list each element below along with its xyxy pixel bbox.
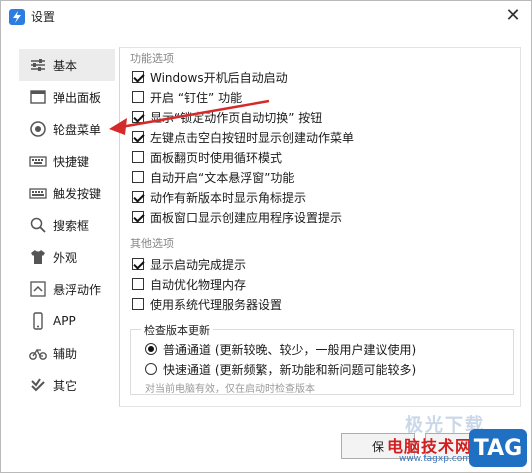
checkbox[interactable] <box>132 91 144 103</box>
option-lock-page-switch[interactable]: 显示“锁定动作页自动切换” 按钮 <box>132 108 322 126</box>
app-icon <box>33 312 43 330</box>
option-label: 显示启动完成提示 <box>150 257 247 272</box>
option-label: 左键点击空白按钮时显示创建动作菜单 <box>150 130 355 145</box>
option-startup-complete-tip[interactable]: 显示启动完成提示 <box>132 255 246 273</box>
update-check-title: 检查版本更新 <box>141 322 213 338</box>
lightning-app-icon <box>9 9 25 25</box>
close-button[interactable]: ✕ <box>501 4 525 26</box>
sidebar-item-label: 弹出面板 <box>53 90 102 105</box>
checkbox[interactable] <box>132 171 144 183</box>
option-system-proxy[interactable]: 使用系统代理服务器设置 <box>132 295 282 313</box>
panel-icon <box>30 90 46 104</box>
option-label: 面板翻页时使用循环模式 <box>150 150 283 165</box>
wheel-icon <box>30 121 46 137</box>
sidebar-item-label: 外观 <box>53 250 78 265</box>
save-button-label: 保 <box>371 439 384 454</box>
sidebar-item-label: 触发按键 <box>53 186 102 201</box>
option-label: 自动开启“文本悬浮窗”功能 <box>150 170 295 185</box>
option-create-app-tip[interactable]: 面板窗口显示创建应用程序设置提示 <box>132 208 342 226</box>
update-check-note: 对当前电脑有效，仅在启动时检查版本 <box>145 384 315 395</box>
sidebar-item-label: 轮盘菜单 <box>53 122 102 137</box>
section-title-other-options: 其他选项 <box>130 237 174 250</box>
sidebar-item-popup-panel[interactable]: 弹出面板 <box>19 81 115 113</box>
keyboard-icon <box>29 156 47 167</box>
checkbox[interactable] <box>132 71 144 83</box>
checkbox[interactable] <box>132 278 144 290</box>
option-loop-paging[interactable]: 面板翻页时使用循环模式 <box>132 148 282 166</box>
option-left-click-create-menu[interactable]: 左键点击空白按钮时显示创建动作菜单 <box>132 128 354 146</box>
sidebar-item-label: APP <box>53 314 76 328</box>
checkbox[interactable] <box>132 151 144 163</box>
sidebar-item-other[interactable]: 其它 <box>19 369 115 401</box>
sidebar-item-label: 辅助 <box>53 346 78 361</box>
sidebar-item-float-action[interactable]: 悬浮动作 <box>19 273 115 305</box>
option-autostart[interactable]: Windows开机后自动启动 <box>132 68 288 86</box>
checkbox[interactable] <box>132 211 144 223</box>
title-bar: 设置 ✕ <box>1 1 531 31</box>
sidebar-item-search-box[interactable]: 搜索框 <box>19 209 115 241</box>
sidebar-item-trigger-keys[interactable]: 触发按键 <box>19 177 115 209</box>
sidebar-item-hotkeys[interactable]: 快捷键 <box>19 145 115 177</box>
option-label: 显示“锁定动作页自动切换” 按钮 <box>150 110 323 125</box>
sidebar-item-assist[interactable]: 辅助 <box>19 337 115 369</box>
sidebar-item-basic[interactable]: 基本 <box>19 49 115 81</box>
keyboard-trigger-icon <box>29 188 47 199</box>
option-new-version-badge[interactable]: 动作有新版本时显示角标提示 <box>132 188 306 206</box>
option-label: 使用系统代理服务器设置 <box>150 297 283 312</box>
sidebar-item-label: 悬浮动作 <box>53 282 102 297</box>
bike-icon <box>29 348 47 360</box>
float-icon <box>30 281 46 297</box>
checkbox[interactable] <box>132 111 144 123</box>
settings-content-panel: 功能选项 Windows开机后自动启动 开启 “钉住” 功能 显示“锁定动作页自… <box>119 47 521 407</box>
sliders-icon <box>31 59 45 71</box>
option-label: Windows开机后自动启动 <box>150 70 288 85</box>
radio-label: 普通通道 (更新较晚、较少，一般用户建议使用) <box>163 342 417 357</box>
sidebar-item-label: 基本 <box>53 58 78 73</box>
search-icon <box>30 217 46 233</box>
option-label: 自动优化物理内存 <box>150 277 247 292</box>
more-icon <box>31 378 45 392</box>
radio-button[interactable] <box>145 343 157 355</box>
checkbox[interactable] <box>132 191 144 203</box>
radio-fast-channel[interactable]: 快速通道 (更新频繁，新功能和新问题可能较多) <box>145 360 416 378</box>
option-optimize-memory[interactable]: 自动优化物理内存 <box>132 275 246 293</box>
sidebar-item-wheel-menu[interactable]: 轮盘菜单 <box>19 113 115 145</box>
settings-window: 设置 ✕ 基本 弹出面板 轮盘菜单 快捷键 触发按键 搜索框 外观 悬浮动作 A… <box>0 0 532 473</box>
section-title-function-options: 功能选项 <box>130 52 174 65</box>
radio-button[interactable] <box>145 363 157 375</box>
checkbox[interactable] <box>132 258 144 270</box>
sidebar-item-label: 快捷键 <box>53 154 90 169</box>
option-text-float-window[interactable]: 自动开启“文本悬浮窗”功能 <box>132 168 294 186</box>
checkbox[interactable] <box>132 131 144 143</box>
shirt-icon <box>31 250 45 264</box>
sidebar-item-label: 其它 <box>53 378 78 393</box>
option-pin-feature[interactable]: 开启 “钉住” 功能 <box>132 88 242 106</box>
watermark-url: www.tagxp.com <box>399 454 471 464</box>
sidebar-nav: 基本 弹出面板 轮盘菜单 快捷键 触发按键 搜索框 外观 悬浮动作 APP 辅助… <box>19 47 115 407</box>
option-label: 动作有新版本时显示角标提示 <box>150 190 307 205</box>
window-title: 设置 <box>31 10 56 24</box>
radio-label: 快速通道 (更新频繁，新功能和新问题可能较多) <box>163 362 417 377</box>
sidebar-item-appearance[interactable]: 外观 <box>19 241 115 273</box>
watermark-tag-logo: TAG <box>469 429 527 467</box>
option-label: 开启 “钉住” 功能 <box>150 90 243 105</box>
option-label: 面板窗口显示创建应用程序设置提示 <box>150 210 343 225</box>
update-check-group: 检查版本更新 普通通道 (更新较晚、较少，一般用户建议使用) 快速通道 (更新频… <box>130 322 514 395</box>
close-icon: ✕ <box>505 4 521 26</box>
checkbox[interactable] <box>132 298 144 310</box>
radio-normal-channel[interactable]: 普通通道 (更新较晚、较少，一般用户建议使用) <box>145 340 416 358</box>
sidebar-item-label: 搜索框 <box>53 218 90 233</box>
sidebar-item-app[interactable]: APP <box>19 305 115 337</box>
